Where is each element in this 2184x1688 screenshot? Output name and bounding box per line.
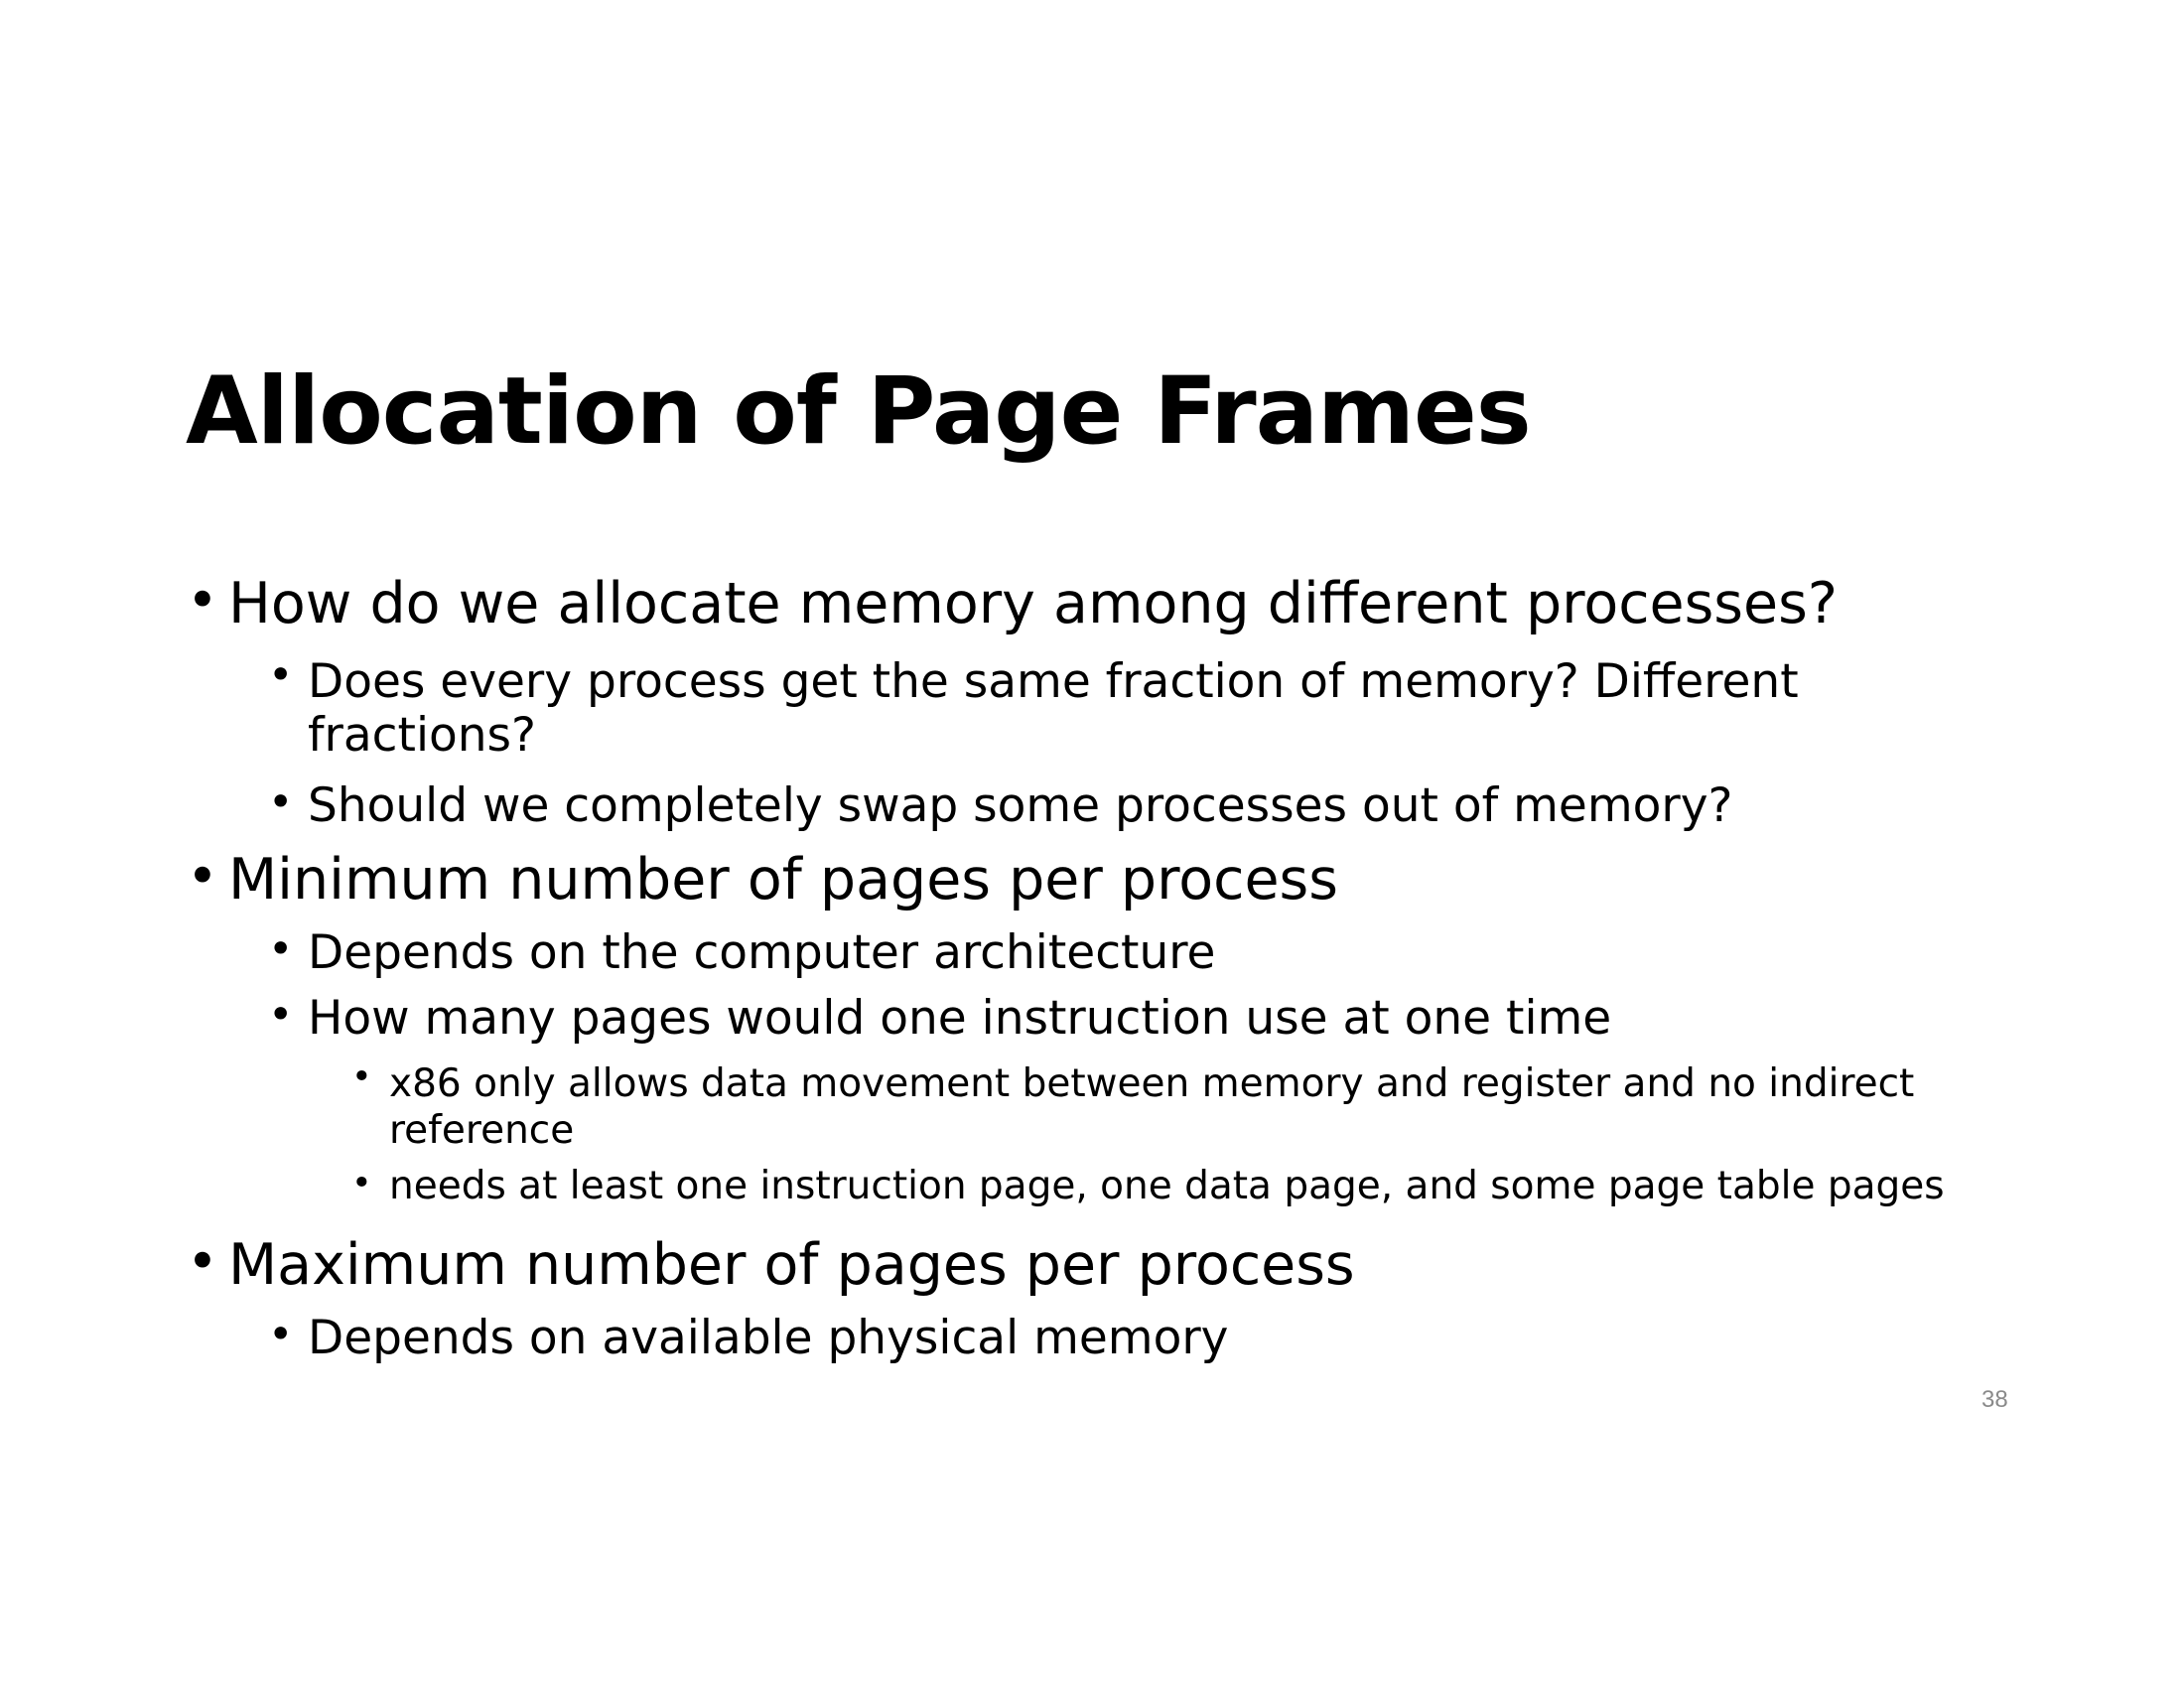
- bullet-icon: •: [351, 1164, 372, 1203]
- sub-bullet-item: • How many pages would one instruction u…: [268, 991, 1612, 1046]
- bullet-item: • Minimum number of pages per process: [187, 847, 1338, 913]
- sub-bullet-text: Should we completely swap some processes…: [308, 778, 1733, 833]
- bullet-icon: •: [268, 990, 294, 1040]
- bullet-list: • How do we allocate memory among differ…: [0, 0, 2184, 1688]
- bullet-icon: •: [351, 1057, 372, 1097]
- bullet-text: Minimum number of pages per process: [228, 847, 1338, 913]
- bullet-text: Maximum number of pages per process: [228, 1232, 1355, 1298]
- bullet-item: • Maximum number of pages per process: [187, 1232, 1355, 1298]
- bullet-item: • How do we allocate memory among differ…: [187, 571, 1839, 636]
- sub-bullet-text: Depends on the computer architecture: [308, 925, 1216, 980]
- sub-sub-bullet-text: x86 only allows data movement between me…: [389, 1061, 1915, 1153]
- sub-bullet-item: • Does every process get the same fracti…: [268, 654, 1956, 763]
- bullet-icon: •: [268, 924, 294, 974]
- sub-bullet-item: • Should we completely swap some process…: [268, 778, 1733, 833]
- bullet-icon: •: [187, 845, 218, 908]
- bullet-icon: •: [268, 777, 294, 827]
- bullet-text: How do we allocate memory among differen…: [228, 571, 1839, 636]
- sub-sub-bullet-text: needs at least one instruction page, one…: [389, 1164, 1945, 1208]
- sub-sub-bullet-item: • x86 only allows data movement between …: [351, 1060, 2017, 1154]
- sub-sub-bullet-item: • needs at least one instruction page, o…: [351, 1164, 1945, 1208]
- bullet-icon: •: [268, 650, 294, 700]
- sub-bullet-text: How many pages would one instruction use…: [308, 991, 1612, 1046]
- slide: Allocation of Page Frames • How do we al…: [0, 0, 2184, 1688]
- bullet-icon: •: [187, 1230, 218, 1293]
- sub-bullet-text: Does every process get the same fraction…: [308, 654, 1799, 763]
- sub-bullet-item: • Depends on available physical memory: [268, 1311, 1229, 1365]
- sub-bullet-text: Depends on available physical memory: [308, 1311, 1229, 1365]
- bullet-icon: •: [187, 569, 218, 632]
- page-number: 38: [1981, 1386, 2008, 1413]
- sub-bullet-item: • Depends on the computer architecture: [268, 925, 1216, 980]
- bullet-icon: •: [268, 1310, 294, 1359]
